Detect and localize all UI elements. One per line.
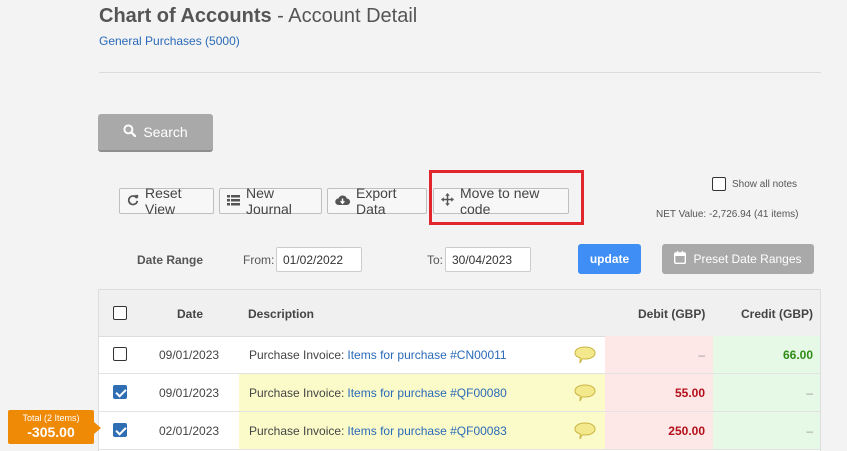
page-title-main: Chart of Accounts — [99, 5, 272, 27]
table-row[interactable]: 09/01/2023 Purchase Invoice: Items for p… — [99, 336, 820, 374]
new-journal-button[interactable]: New Journal — [219, 185, 322, 217]
row-description: Purchase Invoice: Items for purchase #QF… — [239, 374, 605, 411]
row-date: 09/01/2023 — [159, 385, 220, 400]
refresh-icon — [127, 193, 139, 209]
export-data-label: Export Data — [356, 185, 397, 217]
transactions-table: Date Description Debit (GBP) Credit (GBP… — [98, 289, 821, 451]
from-label: From: — [243, 253, 275, 267]
date-range-label: Date Range — [137, 253, 204, 267]
row-debit: – — [605, 336, 713, 373]
header-divider — [99, 72, 821, 73]
row-description-link[interactable]: Items for purchase #QF00080 — [347, 386, 506, 400]
row-credit: 66.00 — [713, 336, 820, 373]
preset-date-ranges-label: Preset Date Ranges — [693, 252, 802, 266]
search-button[interactable]: Search — [98, 114, 213, 152]
row-date: 02/01/2023 — [159, 423, 220, 438]
to-label: To: — [427, 253, 444, 267]
row-description-type: Purchase Invoice: — [249, 385, 345, 400]
show-all-notes-label: Show all notes — [732, 178, 798, 190]
show-all-notes-toggle[interactable]: Show all notes — [712, 177, 797, 191]
from-date-input[interactable] — [276, 247, 362, 272]
search-button-label: Search — [143, 124, 188, 140]
table-header: Date Description Debit (GBP) Credit (GBP… — [99, 290, 820, 337]
table-row[interactable]: 02/01/2023 Purchase Invoice: Items for p… — [99, 412, 820, 450]
column-header-description[interactable]: Description — [248, 307, 314, 321]
selection-total-value: -305.00 — [27, 424, 75, 440]
selection-total-badge: Total (2 Items) -305.00 — [8, 410, 101, 444]
column-header-credit[interactable]: Credit (GBP) — [741, 307, 813, 321]
row-date: 09/01/2023 — [159, 347, 220, 362]
row-description-type: Purchase Invoice: — [249, 347, 345, 362]
export-data-button[interactable]: Export Data — [327, 185, 427, 217]
row-checkbox[interactable] — [113, 385, 127, 399]
row-debit: 250.00 — [605, 412, 713, 449]
note-icon[interactable] — [565, 412, 605, 449]
preset-date-ranges-button[interactable]: Preset Date Ranges — [662, 244, 814, 274]
table-row[interactable]: 09/01/2023 Purchase Invoice: Items for p… — [99, 374, 820, 412]
highlight-annotation — [429, 170, 584, 225]
page-title-detail: - Account Detail — [271, 5, 418, 27]
note-icon[interactable] — [565, 336, 605, 373]
net-value-summary: NET Value: -2,726.94 (41 items) — [656, 209, 799, 220]
row-checkbox[interactable] — [113, 347, 127, 361]
update-button[interactable]: update — [578, 244, 641, 274]
cloud-download-icon — [335, 193, 351, 209]
account-link[interactable]: General Purchases (5000) — [99, 34, 240, 48]
list-icon — [227, 193, 240, 209]
row-credit: – — [713, 412, 820, 449]
row-description: Purchase Invoice: Items for purchase #QF… — [239, 412, 605, 449]
row-description: Purchase Invoice: Items for purchase #CN… — [239, 336, 605, 373]
column-header-date[interactable]: Date — [177, 307, 203, 321]
show-all-notes-checkbox[interactable] — [712, 177, 726, 191]
row-description-link[interactable]: Items for purchase #QF00083 — [347, 424, 506, 438]
column-header-debit[interactable]: Debit (GBP) — [638, 307, 705, 321]
note-icon[interactable] — [565, 374, 605, 411]
select-all-checkbox[interactable] — [113, 306, 127, 320]
to-date-input[interactable] — [445, 247, 531, 272]
reset-view-button[interactable]: Reset View — [119, 185, 214, 217]
selection-total-label: Total (2 Items) — [22, 413, 80, 423]
page-title: Chart of Accounts - Account Detail — [99, 5, 417, 28]
row-checkbox[interactable] — [113, 423, 127, 437]
row-description-type: Purchase Invoice: — [249, 423, 345, 438]
reset-view-label: Reset View — [145, 185, 182, 217]
calendar-icon — [674, 251, 687, 267]
search-icon — [123, 124, 137, 140]
row-credit: – — [713, 374, 820, 411]
new-journal-label: New Journal — [246, 185, 292, 217]
row-debit: 55.00 — [605, 374, 713, 411]
row-description-link[interactable]: Items for purchase #CN00011 — [347, 348, 506, 362]
